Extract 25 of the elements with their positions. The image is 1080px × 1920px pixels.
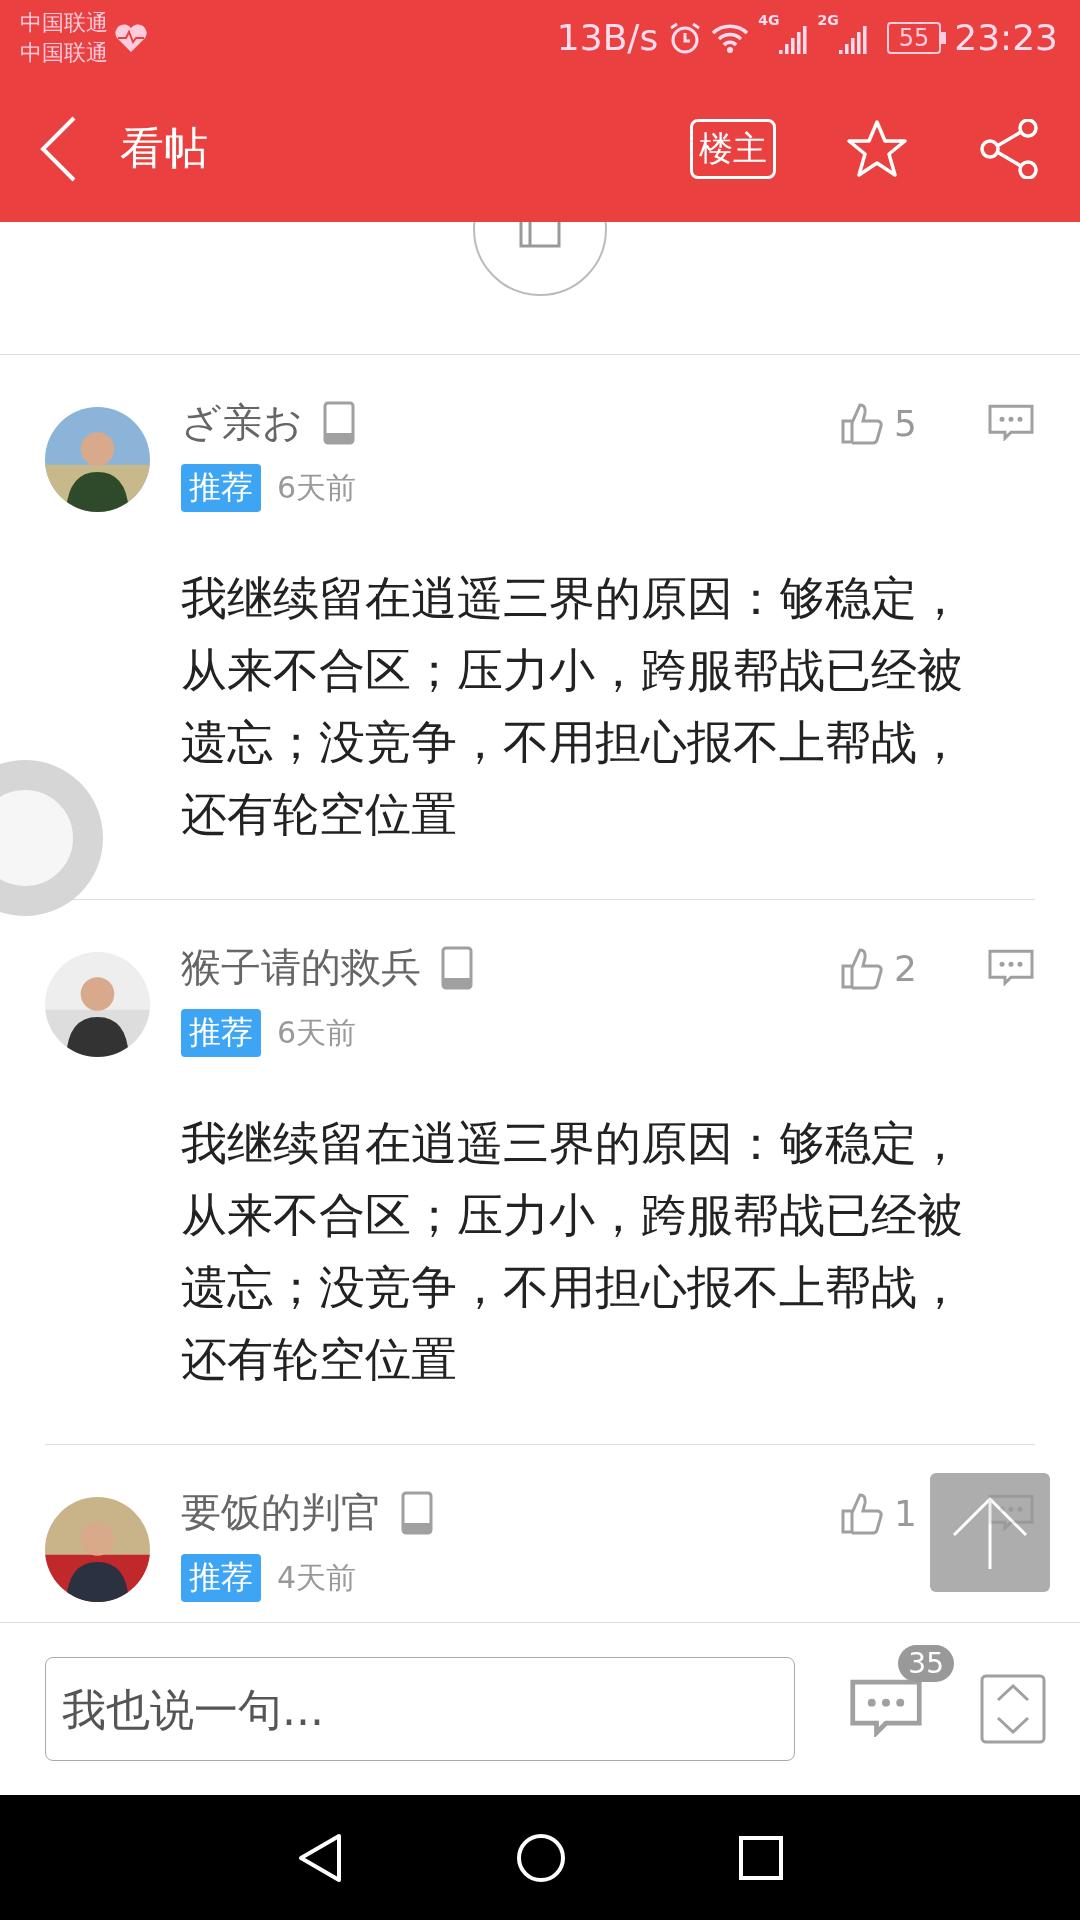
like-count: 5 [894, 402, 917, 444]
comment-input[interactable]: 我也说一句... [45, 1657, 795, 1761]
recommended-tag: 推荐 [181, 1009, 261, 1057]
post-time: 4天前 [277, 1558, 357, 1597]
network-type: 4G [758, 12, 780, 28]
user-name[interactable]: ざ亲お [181, 395, 303, 450]
like-count: 2 [894, 947, 917, 989]
clock-time: 23:23 [954, 17, 1058, 58]
page-title: 看帖 [120, 121, 209, 175]
carrier-name: 中国联通 [20, 8, 108, 37]
author-only-button[interactable]: 楼主 [690, 118, 776, 179]
post-time: 6天前 [277, 468, 357, 507]
comment-text: 我继续留在逍遥三界的原因：够稳定，从来不合区；压力小，跨服帮战已经被遗忘；没竞争，不用担心报不上帮战，还有轮空位置 [181, 1115, 964, 1388]
comment-text: 我继续留在逍遥三界的原因：够稳定，从来不合区；压力小，跨服帮战已经被遗忘；没竞争，不用担心报不上帮战，还有轮空位置 [181, 570, 964, 843]
user-name[interactable]: 要饭的判官 [181, 1485, 381, 1540]
network-type: 2G [817, 12, 839, 28]
post-time: 6天前 [277, 1013, 357, 1052]
battery-level: 55 [886, 21, 942, 54]
user-name[interactable]: 猴子请的救兵 [181, 940, 421, 995]
recommended-tag: 推荐 [181, 464, 261, 512]
network-speed: 13B/s [556, 17, 659, 58]
recommended-tag: 推荐 [181, 1554, 261, 1602]
carrier-name: 中国联通 [20, 38, 108, 67]
comment-count-badge: 35 [898, 1644, 954, 1682]
like-count: 1 [894, 1492, 917, 1534]
